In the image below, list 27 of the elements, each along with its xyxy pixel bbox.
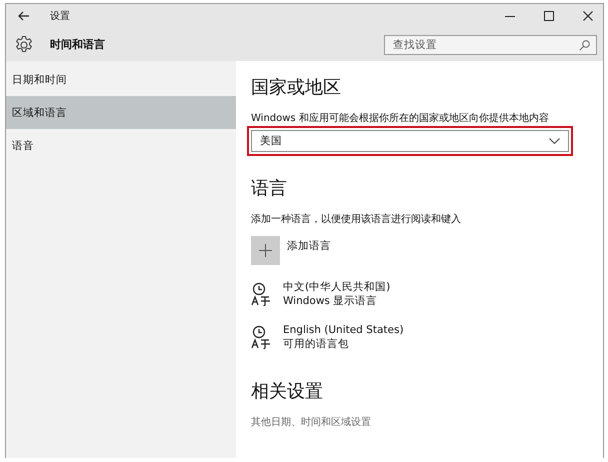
language-detail: Windows 显示语言 xyxy=(283,294,378,308)
language-clock-icon xyxy=(251,325,273,349)
back-arrow-icon[interactable] xyxy=(18,11,30,21)
section-heading: 国家或地区 xyxy=(251,76,342,99)
settings-link[interactable]: 其他日期、时间和区域设置 xyxy=(251,415,597,429)
language-name[interactable]: English (United States) xyxy=(283,323,404,337)
language-clock-icon xyxy=(251,282,273,306)
sidebar-item[interactable]: 日期和时间 xyxy=(6,63,236,96)
sidebar-item[interactable]: 语音 xyxy=(6,129,236,162)
search-field[interactable]: 查找设置 xyxy=(384,34,597,54)
close-icon[interactable] xyxy=(583,11,593,21)
page-title: 时间和语言 xyxy=(50,37,105,52)
language-detail: 可用的语言包 xyxy=(283,337,350,351)
language-name[interactable]: 中文(中华人民共和国) xyxy=(283,280,390,294)
sidebar-item[interactable]: 区域和语言 xyxy=(6,96,236,129)
maximize-icon[interactable] xyxy=(544,11,554,21)
description-text: Windows 和应用可能会根据你所在的国家或地区向你提供本地内容 xyxy=(251,112,550,125)
gear-icon xyxy=(14,34,34,54)
add-language-label[interactable]: 添加语言 xyxy=(287,239,331,253)
plus-icon[interactable] xyxy=(259,244,272,257)
window-title: 设置 xyxy=(50,10,70,23)
chevron-down-icon[interactable] xyxy=(549,138,560,144)
description-text: 添加一种语言，以便使用该语言进行阅读和键入 xyxy=(251,212,462,226)
add-language-button[interactable] xyxy=(251,236,280,265)
section-heading: 相关设置 xyxy=(251,380,324,403)
section-heading: 语言 xyxy=(251,177,288,200)
search-icon[interactable] xyxy=(579,40,590,50)
